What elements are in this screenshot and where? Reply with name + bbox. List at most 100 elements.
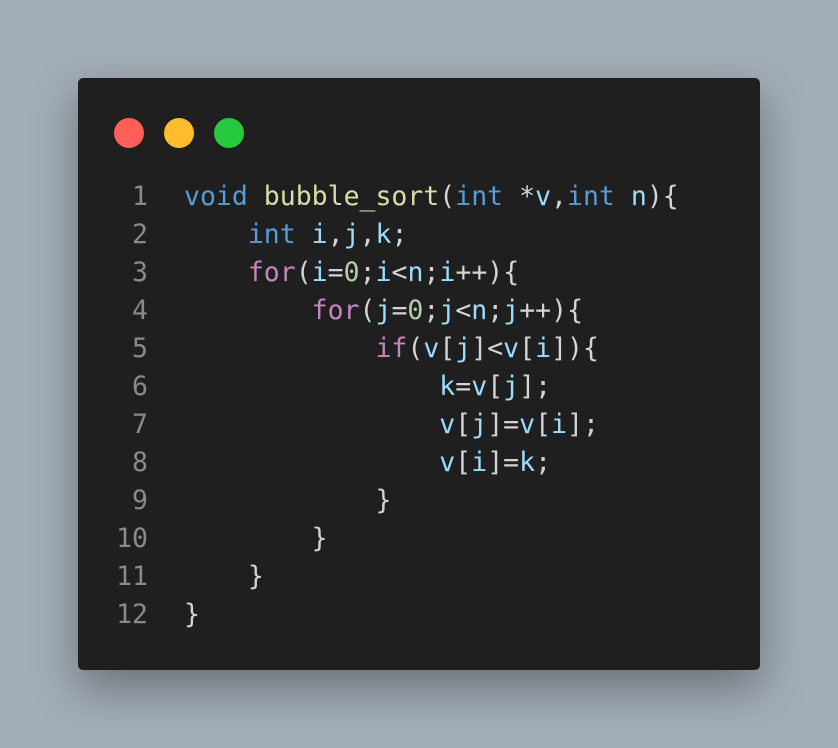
- code-text: void bubble_sort(int *v,int n){: [184, 178, 679, 216]
- code-text: k=v[j];: [184, 368, 551, 406]
- code-token: j: [439, 295, 456, 326]
- code-line: 5 if(v[j]<v[i]){: [78, 330, 760, 368]
- code-token: ;: [535, 447, 552, 478]
- code-token: int: [247, 219, 296, 250]
- line-number: 8: [132, 447, 148, 478]
- code-token: ]){: [551, 333, 599, 364]
- code-token: ]<: [471, 333, 504, 364]
- code-token: i: [471, 447, 488, 478]
- code-token: [: [487, 371, 504, 402]
- code-token: [: [455, 409, 472, 440]
- code-token: ++){: [519, 295, 584, 326]
- code-token: j: [503, 295, 520, 326]
- code-token: int: [455, 181, 504, 212]
- code-token: n: [407, 257, 424, 288]
- code-token: for: [247, 257, 296, 288]
- code-token: k: [375, 219, 392, 250]
- code-token: int: [567, 181, 615, 212]
- code-token: ;: [423, 257, 440, 288]
- code-token: j: [343, 219, 360, 250]
- code-token: i: [439, 257, 456, 288]
- code-token: [: [519, 333, 536, 364]
- code-line: 12}: [78, 596, 760, 634]
- code-line: 8 v[i]=k;: [78, 444, 760, 482]
- code-line: 2 int i,j,k;: [78, 216, 760, 254]
- code-block: 1 void bubble_sort(int *v,int n){2 int i,…: [78, 178, 760, 634]
- code-token: v: [503, 333, 520, 364]
- code-token: v: [439, 409, 456, 440]
- code-token: i: [375, 257, 392, 288]
- maximize-dot-icon[interactable]: [214, 118, 244, 148]
- line-number: 1: [132, 181, 148, 212]
- code-token: bubble_sort: [263, 181, 440, 212]
- code-line: 10 }: [78, 520, 760, 558]
- code-window: 1 void bubble_sort(int *v,int n){2 int i,…: [78, 78, 760, 670]
- line-number: 6: [132, 371, 148, 402]
- line-number: 4: [132, 295, 148, 326]
- code-token: ;: [423, 295, 440, 326]
- code-token: [: [535, 409, 552, 440]
- line-number: 9: [132, 485, 148, 516]
- code-token: k: [439, 371, 456, 402]
- code-token: j: [375, 295, 392, 326]
- code-token: *: [503, 181, 536, 212]
- code-token: i: [311, 257, 328, 288]
- code-token: 0: [343, 257, 360, 288]
- code-text: for(i=0;i<n;i++){: [184, 254, 519, 292]
- code-text: }: [184, 558, 264, 596]
- code-token: if: [375, 333, 408, 364]
- code-line: 1 void bubble_sort(int *v,int n){: [78, 178, 760, 216]
- code-line: 3 for(i=0;i<n;i++){: [78, 254, 760, 292]
- code-line: 4 for(j=0;j<n;j++){: [78, 292, 760, 330]
- code-token: v: [471, 371, 488, 402]
- code-token: ,: [359, 219, 376, 250]
- code-token: ;: [391, 219, 408, 250]
- code-token: }: [247, 561, 264, 592]
- minimize-dot-icon[interactable]: [164, 118, 194, 148]
- close-dot-icon[interactable]: [114, 118, 144, 148]
- code-text: int i,j,k;: [184, 216, 408, 254]
- code-token: i: [535, 333, 552, 364]
- code-line: 6 k=v[j];: [78, 368, 760, 406]
- code-token: [: [455, 447, 472, 478]
- code-token: n: [630, 181, 647, 212]
- code-text: }: [184, 482, 391, 520]
- code-line: 11 }: [78, 558, 760, 596]
- code-token: j: [455, 333, 472, 364]
- code-token: ];: [519, 371, 552, 402]
- code-token: ,: [551, 181, 567, 212]
- code-token: (: [439, 181, 456, 212]
- code-token: k: [519, 447, 536, 478]
- code-token: j: [503, 371, 520, 402]
- code-token: j: [471, 409, 488, 440]
- code-token: ,: [327, 219, 344, 250]
- code-line: 9 }: [78, 482, 760, 520]
- code-token: }: [311, 523, 328, 554]
- line-number: 11: [116, 561, 148, 592]
- code-token: ;: [359, 257, 376, 288]
- line-number: 10: [116, 523, 148, 554]
- code-token: ){: [646, 181, 679, 212]
- code-token: }: [184, 599, 200, 630]
- code-line: 7 v[j]=v[i];: [78, 406, 760, 444]
- code-token: v: [535, 181, 552, 212]
- line-number: 2: [132, 219, 148, 250]
- code-token: (: [407, 333, 424, 364]
- code-token: [: [439, 333, 456, 364]
- code-text: if(v[j]<v[i]){: [184, 330, 599, 368]
- code-token: ]=: [487, 447, 520, 478]
- code-text: v[j]=v[i];: [184, 406, 599, 444]
- code-token: =: [391, 295, 408, 326]
